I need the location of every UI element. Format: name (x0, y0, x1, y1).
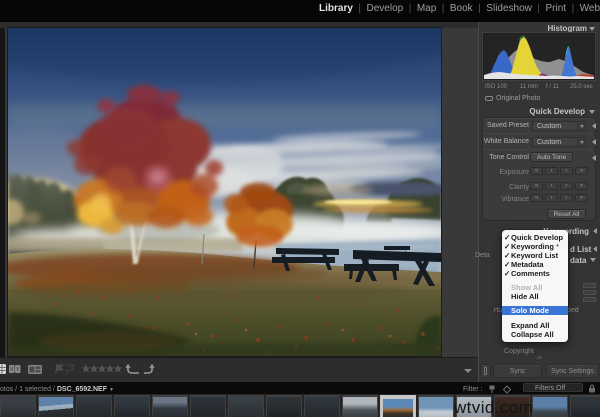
svg-text:X: X (10, 367, 14, 373)
svg-text:Y: Y (16, 367, 20, 373)
